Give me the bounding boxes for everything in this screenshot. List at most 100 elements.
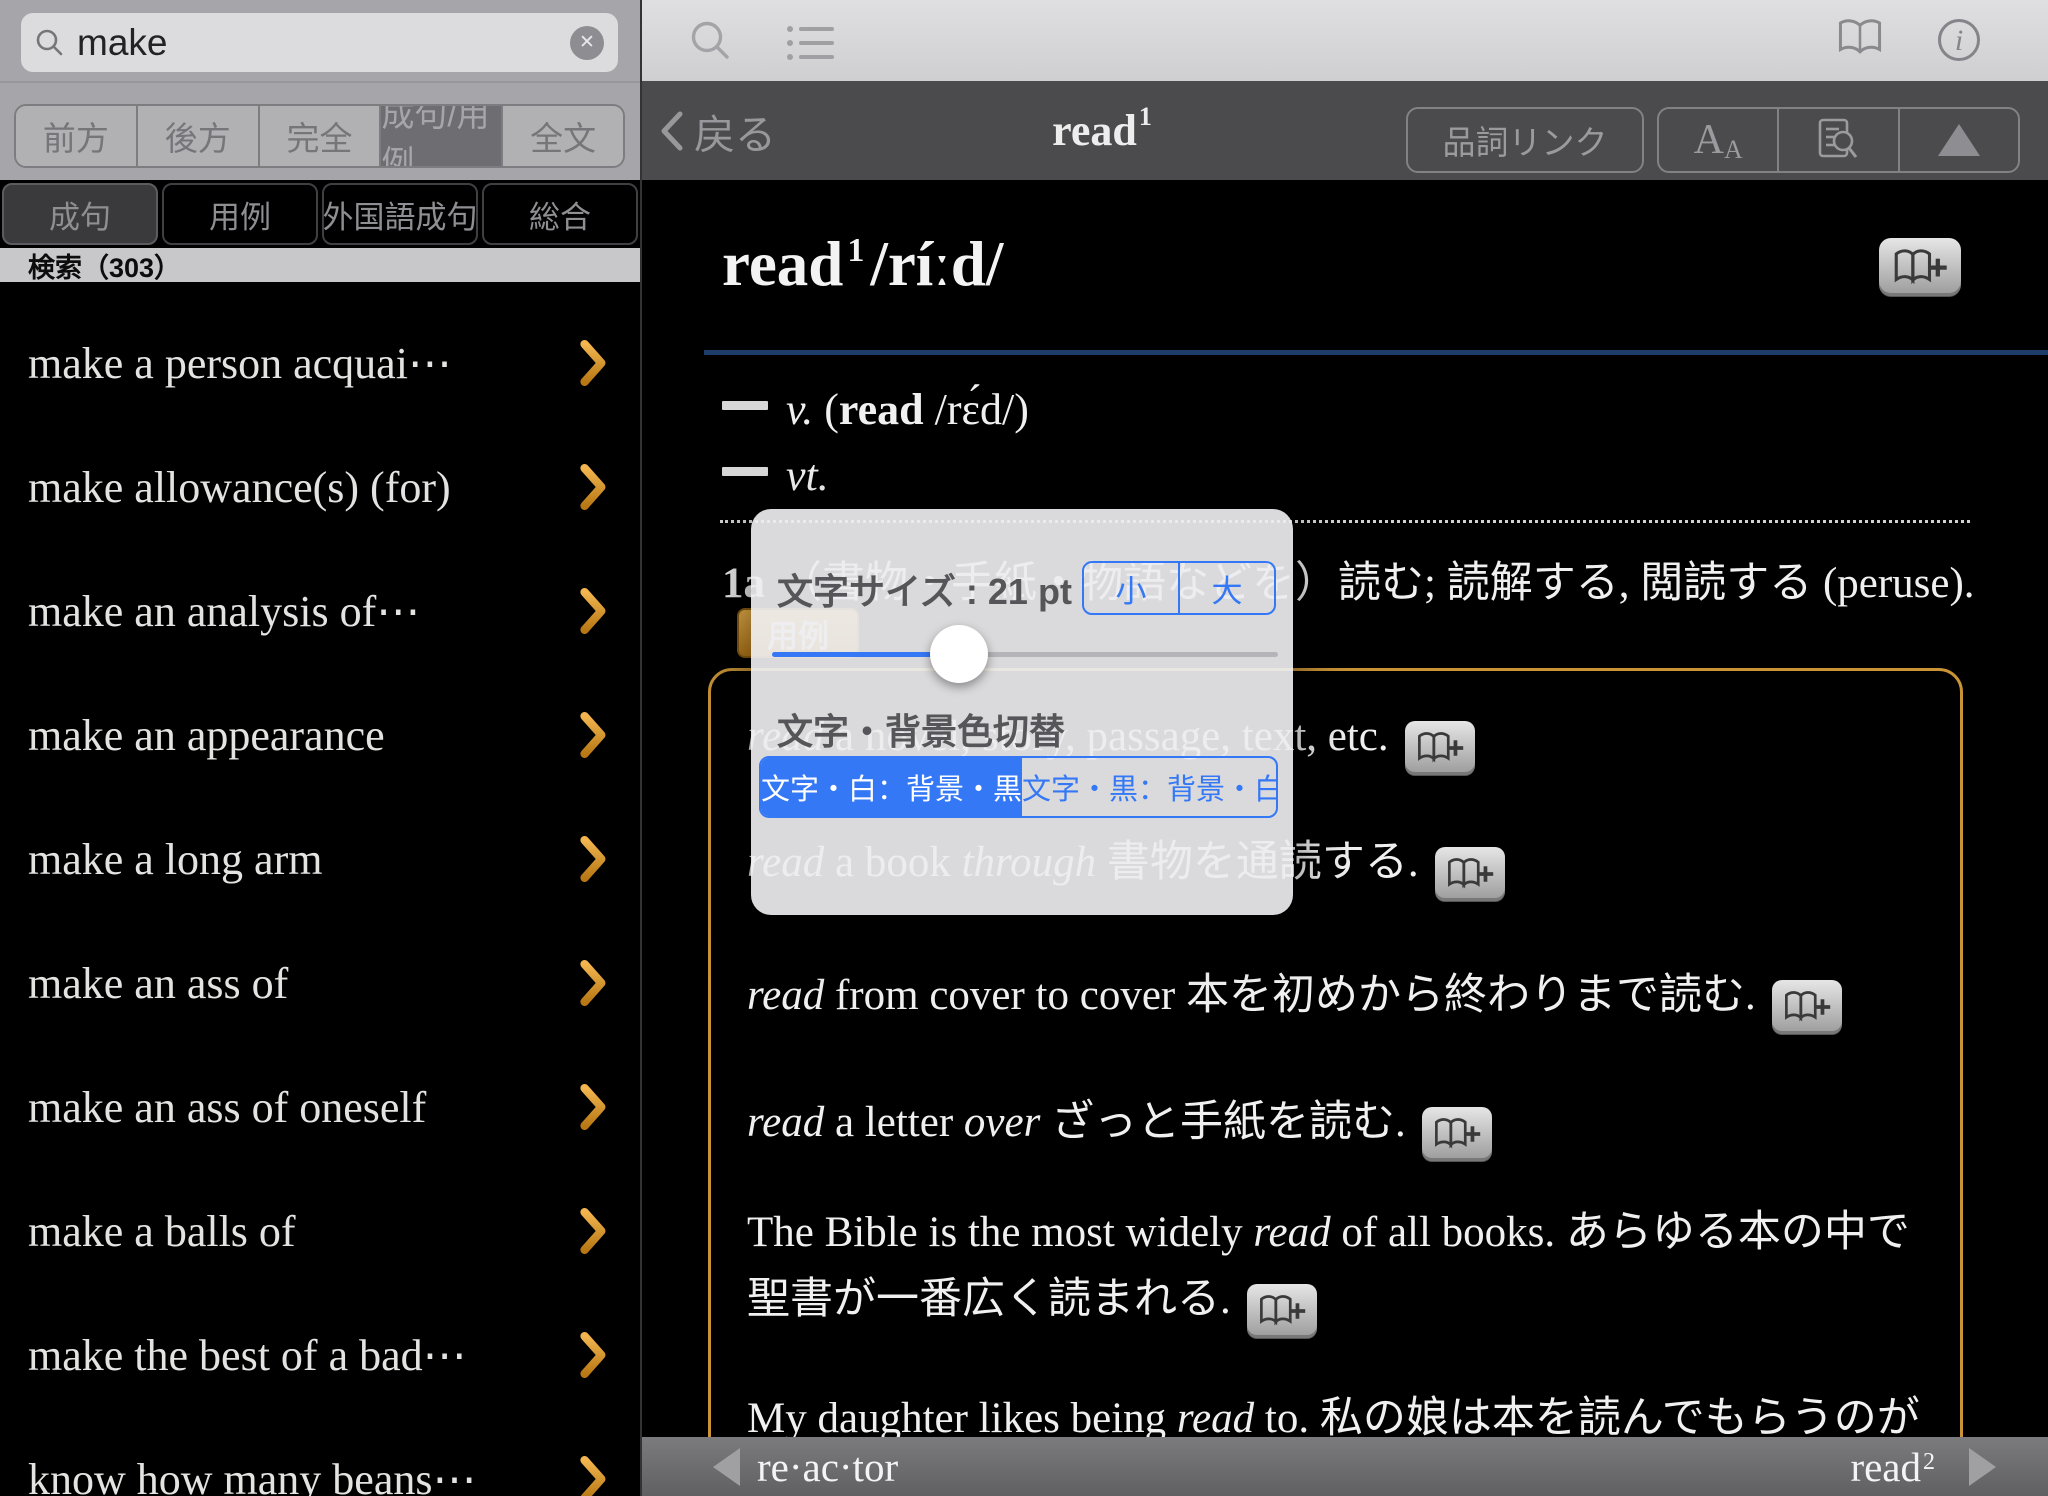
example-row: My daughter likes being read to. 私の娘は本を読… <box>747 1385 1932 1437</box>
list-icon[interactable] <box>786 24 834 67</box>
result-item[interactable]: make the best of a bad⋯ <box>0 1293 640 1417</box>
font-size-label: 文字サイズ : 21 pt <box>777 563 1072 615</box>
info-icon[interactable]: i <box>1936 17 1982 68</box>
book-plus-button[interactable] <box>1772 980 1842 1034</box>
search-icon <box>35 28 65 58</box>
chevron-right-icon <box>580 1084 608 1130</box>
font-larger-button[interactable]: 大 <box>1178 563 1274 613</box>
chevron-right-icon <box>580 1332 608 1378</box>
result-item[interactable]: make a person acquai⋯ <box>0 301 640 425</box>
dash-bullet <box>722 401 768 410</box>
example-text: read from cover to cover 本を初めから終わりまで読む. <box>747 972 1756 1019</box>
book-plus-button[interactable] <box>1247 1284 1317 1338</box>
category-tab[interactable]: 外国語成句 <box>322 183 478 245</box>
result-item[interactable]: make an analysis of⋯ <box>0 549 640 673</box>
font-size-slider[interactable] <box>772 649 1278 659</box>
pos-line-verb: v. (read /rɛ́d/) <box>722 384 1029 435</box>
example-text: read a letter over ざっと手紙を読む. <box>747 1099 1406 1146</box>
back-button[interactable]: 戻る <box>658 81 776 180</box>
chevron-right-icon <box>580 588 608 634</box>
book-plus-button[interactable] <box>1405 721 1475 775</box>
mode-tab[interactable]: 後方 <box>136 106 258 166</box>
font-smaller-button[interactable]: 小 <box>1084 563 1178 613</box>
display-settings-popup: 文字サイズ : 21 pt 小 大 文字・背景色切替 文字・白：背景・黒文字・黒… <box>751 509 1293 915</box>
clear-search-button[interactable]: ✕ <box>570 26 604 60</box>
book-plus-icon <box>1891 248 1949 286</box>
result-item[interactable]: make an ass of oneself <box>0 1045 640 1169</box>
example-row: The Bible is the most widely read of all… <box>747 1199 1932 1338</box>
category-tab[interactable]: 成句 <box>2 183 158 245</box>
entry-headword: read1/ríːd/ <box>722 228 1003 301</box>
search-mode-tabs: 前方後方完全成句/用例全文 <box>0 81 640 180</box>
mode-tab[interactable]: 全文 <box>501 106 623 166</box>
results-list[interactable]: make a person acquai⋯ make allowance(s) … <box>0 282 640 1496</box>
panel-toolbar: i <box>642 0 2048 81</box>
svg-text:i: i <box>1955 24 1963 57</box>
result-item[interactable]: make an ass of <box>0 921 640 1045</box>
chevron-right-icon <box>580 960 608 1006</box>
mode-tab[interactable]: 前方 <box>16 106 136 166</box>
entry-navbar: 戻る read1 品詞リンク AA <box>642 81 2048 180</box>
search-document-icon[interactable] <box>1777 109 1897 171</box>
color-scheme-option[interactable]: 文字・白：背景・黒 <box>761 758 1022 816</box>
search-input[interactable]: make ✕ <box>21 13 618 72</box>
result-label: know how many beans⋯ <box>28 1454 580 1496</box>
example-row: read from cover to cover 本を初めから終わりまで読む. <box>747 962 1932 1034</box>
entry-phonetic: /ríːd/ <box>870 229 1003 299</box>
chevron-right-icon <box>580 1456 608 1496</box>
results-header: 検索（303） <box>0 248 640 282</box>
color-scheme-option[interactable]: 文字・黒：背景・白 <box>1022 758 1278 816</box>
book-plus-icon <box>1432 1117 1482 1150</box>
chevron-right-icon <box>580 340 608 386</box>
slider-track-empty[interactable] <box>959 652 1278 657</box>
slider-thumb[interactable] <box>930 625 988 683</box>
book-icon[interactable] <box>1837 16 1883 65</box>
triangle-right-icon[interactable] <box>1969 1448 1996 1486</box>
color-toggle-label: 文字・背景色切替 <box>777 703 1065 755</box>
result-label: make a balls of <box>28 1206 580 1257</box>
example-text: The Bible is the most widely read of all… <box>747 1209 1910 1323</box>
entry-title: read1 <box>982 81 1222 180</box>
chevron-right-icon <box>580 1208 608 1254</box>
result-label: make an ass of oneself <box>28 1082 580 1133</box>
prev-entry-label[interactable]: re·ac·tor <box>757 1443 898 1491</box>
next-entry-label[interactable]: read2 <box>1850 1443 1935 1491</box>
triangle-up-icon <box>1938 124 1980 156</box>
example-row: read a letter over ざっと手紙を読む. <box>747 1089 1932 1161</box>
book-plus-icon <box>1445 857 1495 890</box>
navbar-button-group: AA <box>1657 107 2020 173</box>
search-icon[interactable] <box>688 18 734 69</box>
result-item[interactable]: make a long arm <box>0 797 640 921</box>
chevron-right-icon <box>580 464 608 510</box>
font-size-button[interactable]: AA <box>1659 109 1777 171</box>
category-tab[interactable]: 用例 <box>162 183 318 245</box>
scroll-top-button[interactable] <box>1898 109 2018 171</box>
result-label: make allowance(s) (for) <box>28 462 580 513</box>
search-value: make <box>77 22 570 64</box>
category-tab[interactable]: 総合 <box>482 183 638 245</box>
category-tabs: 成句用例外国語成句総合 <box>0 180 640 248</box>
book-plus-button[interactable] <box>1435 847 1505 901</box>
book-plus-button[interactable] <box>1422 1107 1492 1161</box>
pos-line-vt: vt. <box>722 450 829 501</box>
color-scheme-toggle: 文字・白：背景・黒文字・黒：背景・白 <box>759 756 1278 818</box>
mode-tab[interactable]: 成句/用例 <box>379 106 501 166</box>
pos-link-button[interactable]: 品詞リンク <box>1406 107 1644 173</box>
result-item[interactable]: make allowance(s) (for) <box>0 425 640 549</box>
example-text: My daughter likes being read to. 私の娘は本を読… <box>747 1395 1920 1437</box>
sidebar-search-bar: make ✕ <box>0 0 640 81</box>
result-item[interactable]: make a balls of <box>0 1169 640 1293</box>
result-label: make the best of a bad⋯ <box>28 1330 580 1381</box>
triangle-left-icon[interactable] <box>713 1448 740 1486</box>
dash-bullet <box>722 467 768 476</box>
mode-tab[interactable]: 完全 <box>258 106 380 166</box>
result-item[interactable]: know how many beans⋯ <box>0 1417 640 1496</box>
back-label: 戻る <box>694 101 776 161</box>
result-label: make an appearance <box>28 710 580 761</box>
result-item[interactable]: make an appearance <box>0 673 640 797</box>
book-plus-button[interactable] <box>1879 238 1961 296</box>
result-label: make a person acquai⋯ <box>28 338 580 389</box>
headword-rule <box>704 350 2048 355</box>
font-size-stepper: 小 大 <box>1082 561 1276 615</box>
chevron-right-icon <box>580 836 608 882</box>
